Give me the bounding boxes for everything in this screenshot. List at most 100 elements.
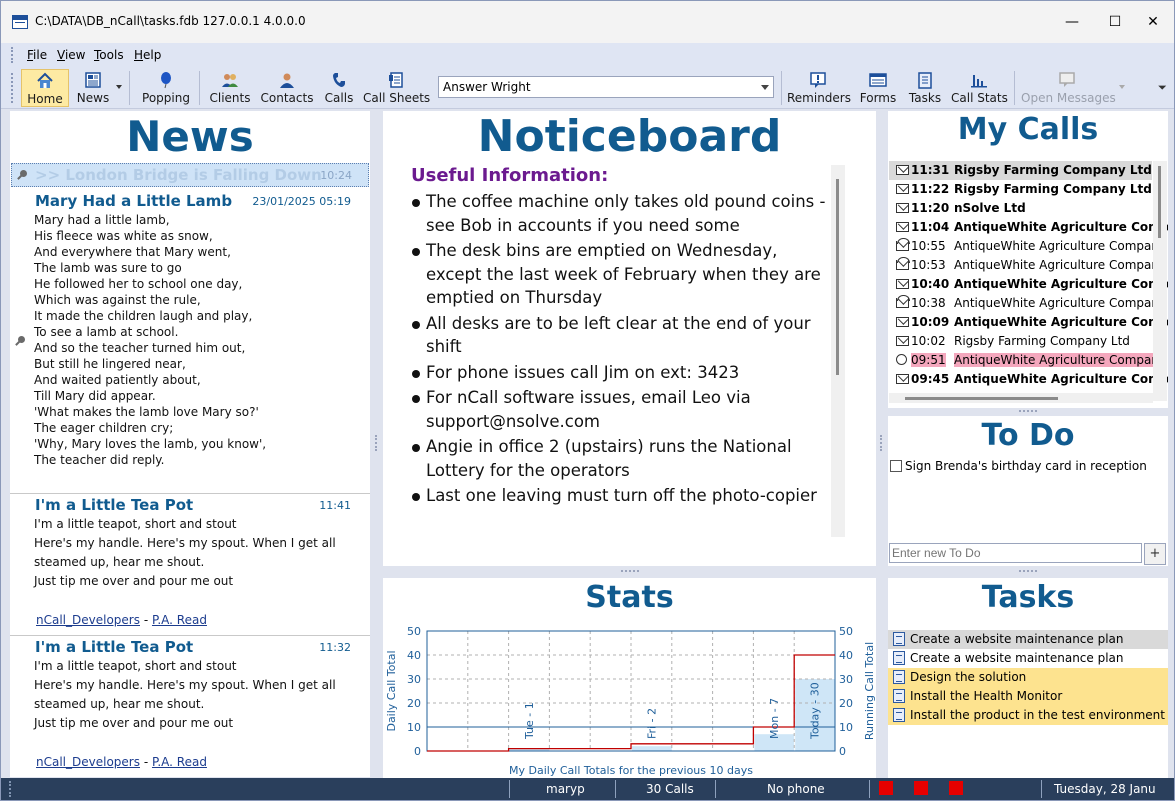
poem-line: 'Why, Mary loves the lamb, you know', <box>34 437 267 451</box>
splitter-handle[interactable] <box>375 435 379 451</box>
menu-tools[interactable]: Tools <box>94 48 124 62</box>
noticeboard-scrollbar[interactable] <box>831 165 845 537</box>
author-group-link[interactable]: nCall_Developers <box>36 755 140 769</box>
call-stats-button[interactable]: Call Stats <box>951 69 1008 107</box>
tasks-button[interactable]: Tasks <box>906 69 944 107</box>
menu-file[interactable]: File <box>27 48 47 62</box>
app-window: C:\DATA\DB_nCall\tasks.fdb 127.0.0.1 4.0… <box>0 0 1175 801</box>
news-title: News <box>126 112 254 161</box>
envelope-closed-icon <box>896 222 909 232</box>
call-row[interactable]: 11:22 Rigsby Farming Company Ltd <box>889 180 1152 199</box>
my-calls-title: My Calls <box>957 112 1099 147</box>
clients-button[interactable]: Clients <box>207 69 253 107</box>
author-group-link[interactable]: nCall_Developers <box>36 613 140 627</box>
call-row[interactable]: 11:31 Rigsby Farming Company Ltd <box>889 161 1152 180</box>
call-sheets-button[interactable]: Call Sheets <box>363 69 430 107</box>
y2-axis-label: Running Call Total <box>863 642 876 740</box>
status-date: Tuesday, 28 Janu <box>1054 782 1156 796</box>
todo-item[interactable]: Sign Brenda's birthday card in reception <box>890 459 1147 473</box>
contacts-button[interactable]: Contacts <box>260 69 314 107</box>
news-item-selected[interactable]: >> London Bridge is Falling Down 10:24 <box>11 163 369 187</box>
call-time: 09:51 <box>911 353 946 367</box>
task-icon <box>893 632 905 646</box>
scrollbar-thumb[interactable] <box>905 397 1058 400</box>
call-row[interactable]: 10:53 AntiqueWhite Agriculture Company <box>889 256 1166 275</box>
author-link[interactable]: P.A. Read <box>152 755 207 769</box>
open-messages-button[interactable]: Open Messages <box>1021 69 1116 107</box>
task-icon <box>893 708 905 722</box>
news-item-body: I'm a little teapot, short and stout Her… <box>34 659 336 730</box>
home-button[interactable]: Home <box>21 69 69 107</box>
news-panel: News >> London Bridge is Falling Down 10… <box>10 111 370 777</box>
call-row[interactable]: 09:45 AntiqueWhite Agriculture Company <box>889 370 1168 389</box>
menu-bar: File View Tools Help <box>1 43 1174 67</box>
y-tick-label: 10 <box>407 721 421 734</box>
operator-select[interactable]: Answer Wright <box>438 76 774 98</box>
scrollbar-thumb[interactable] <box>1158 166 1161 238</box>
pin-icon[interactable] <box>14 336 26 348</box>
splitter-handle[interactable] <box>1019 570 1037 574</box>
todo-checkbox[interactable] <box>890 460 902 472</box>
author-link[interactable]: P.A. Read <box>152 613 207 627</box>
envelope-closed-icon <box>896 317 909 327</box>
splitter-handle[interactable] <box>621 570 639 574</box>
notice-item: For nCall software issues, email Leo via… <box>411 386 831 433</box>
divider <box>10 493 370 494</box>
news-dropdown-icon[interactable] <box>116 85 122 89</box>
minimize-button[interactable]: — <box>1052 9 1092 35</box>
tasks-list: Create a website maintenance plan Create … <box>888 630 1168 725</box>
status-divider <box>1041 780 1042 798</box>
call-row[interactable]: 10:09 AntiqueWhite Agriculture Company <box>889 313 1168 332</box>
divider <box>10 635 370 636</box>
calls-button[interactable]: Calls <box>321 69 357 107</box>
reminders-button[interactable]: Reminders <box>787 69 851 107</box>
close-button[interactable]: ✕ <box>1133 9 1173 35</box>
reminder-icon <box>809 71 827 89</box>
pin-icon[interactable] <box>16 170 28 182</box>
call-row[interactable]: 11:04 AntiqueWhite Agriculture Company <box>889 218 1168 237</box>
task-row[interactable]: Install the Health Monitor <box>888 687 1168 706</box>
forms-button[interactable]: Forms <box>858 69 898 107</box>
add-todo-button[interactable]: + <box>1144 543 1166 565</box>
my-calls-vscrollbar[interactable] <box>1153 161 1167 401</box>
window-title: C:\DATA\DB_nCall\tasks.fdb 127.0.0.1 4.0… <box>35 14 306 28</box>
y2-tick-label: 30 <box>839 673 853 686</box>
my-calls-hscrollbar[interactable] <box>889 393 1153 403</box>
news-button[interactable]: News <box>73 69 113 107</box>
splitter-handle[interactable] <box>880 435 884 451</box>
call-row[interactable]: 11:20 nSolve Ltd <box>889 199 1152 218</box>
poem-line: The eager children cry; <box>34 421 174 435</box>
title-bar: C:\DATA\DB_nCall\tasks.fdb 127.0.0.1 4.0… <box>1 1 1174 43</box>
open-messages-dropdown-icon[interactable] <box>1119 85 1125 89</box>
task-row[interactable]: Design the solution <box>888 668 1168 687</box>
call-time: 11:20 <box>911 201 950 215</box>
todo-input[interactable] <box>889 543 1142 563</box>
status-indicator-red <box>949 781 963 795</box>
poem-line: He followed her to school one day, <box>34 277 243 291</box>
call-time: 10:38 <box>911 296 946 310</box>
popping-button[interactable]: Popping <box>139 69 193 107</box>
notice-item: For phone issues call Jim on ext: 3423 <box>411 361 831 385</box>
menu-view[interactable]: View <box>57 48 85 62</box>
call-stats-chart: 0 0 10 10 20 20 30 30 40 40 50 50 Daily Call Total Ru… <box>385 625 876 777</box>
call-row[interactable]: 10:02 Rigsby Farming Company Ltd <box>889 332 1152 351</box>
task-row[interactable]: Create a website maintenance plan <box>888 630 1168 649</box>
call-company: AntiqueWhite Agriculture Company <box>954 220 1168 234</box>
call-row[interactable]: 10:40 AntiqueWhite Agriculture Company <box>889 275 1168 294</box>
scrollbar-thumb[interactable] <box>836 179 839 375</box>
task-label: Install the Health Monitor <box>910 689 1063 703</box>
toolbar-overflow-icon[interactable]: ⏷ <box>1158 81 1167 95</box>
menu-help[interactable]: Help <box>134 48 161 62</box>
maximize-button[interactable]: ☐ <box>1095 9 1135 35</box>
call-row[interactable]: 10:38 AntiqueWhite Agriculture Company <box>889 294 1166 313</box>
y-tick-label: 20 <box>407 697 421 710</box>
day-label: Today - 30 <box>809 682 822 740</box>
chevron-down-icon[interactable] <box>761 85 769 90</box>
task-row[interactable]: Install the product in the test environm… <box>888 706 1168 725</box>
status-user: maryp <box>546 782 585 796</box>
call-row[interactable]: 10:55 AntiqueWhite Agriculture Company <box>889 237 1166 256</box>
task-row[interactable]: Create a website maintenance plan <box>888 649 1168 668</box>
splitter-handle[interactable] <box>1019 410 1037 414</box>
y-tick-label: 50 <box>407 625 421 638</box>
call-row[interactable]: 09:51 AntiqueWhite Agriculture Company <box>889 351 1166 370</box>
